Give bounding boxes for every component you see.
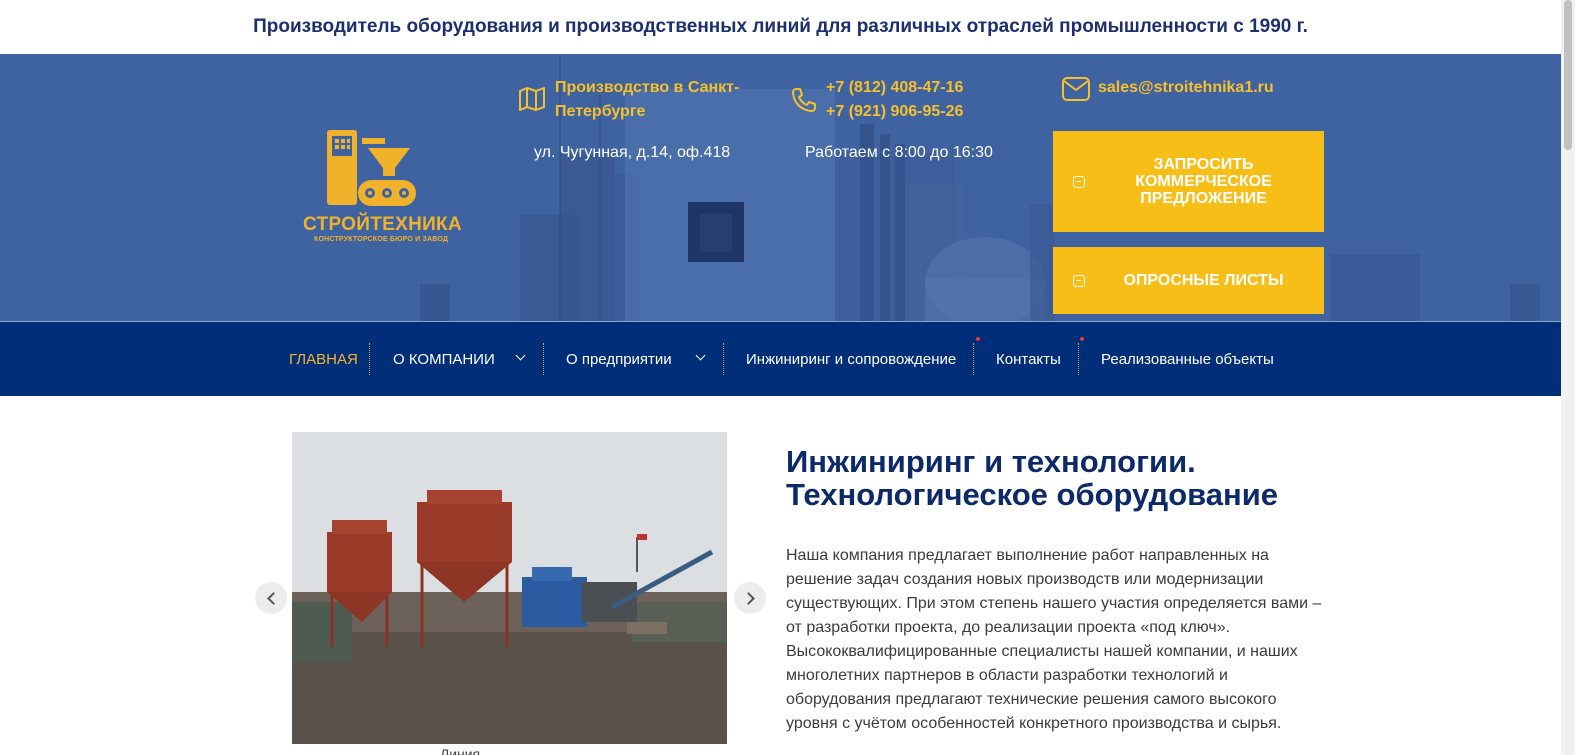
chevron-down-icon[interactable] xyxy=(695,350,706,361)
nav-separator xyxy=(369,343,370,375)
scrollbar-thumb[interactable] xyxy=(1564,0,1572,150)
map-icon xyxy=(519,87,545,111)
nav-separator xyxy=(543,343,544,375)
tagline: Производитель оборудования и производств… xyxy=(253,16,1308,37)
header-background-image xyxy=(0,54,1561,321)
chevron-left-icon xyxy=(266,591,280,605)
form-icon xyxy=(1073,175,1085,188)
header: СТРОЙТЕХНИКА КОНСТРУКТОРСКОЕ БЮРО И ЗАВО… xyxy=(0,54,1561,321)
form-icon xyxy=(1073,274,1085,287)
logo-name: СТРОЙТЕХНИКА xyxy=(303,214,462,235)
chevron-right-icon xyxy=(741,591,755,605)
slider-next-button[interactable] xyxy=(734,582,766,614)
location-title-line1: Производство в Санкт- xyxy=(555,79,740,96)
phone-2[interactable]: +7 (921) 906-95-26 xyxy=(826,100,963,124)
slider-caption: Линия обогащения xyxy=(440,746,481,755)
chevron-down-icon[interactable] xyxy=(515,350,526,361)
request-offer-label: ЗАПРОСИТЬ КОММЕРЧЕСКОЕ ПРЕДЛОЖЕНИЕ xyxy=(1135,156,1272,207)
request-offer-button[interactable]: ЗАПРОСИТЬ КОММЕРЧЕСКОЕ ПРЕДЛОЖЕНИЕ xyxy=(1053,131,1324,232)
nav-item-contacts[interactable]: Контакты xyxy=(996,322,1061,396)
nav-separator xyxy=(1078,343,1079,375)
nav-item-home[interactable]: ГЛАВНАЯ xyxy=(289,322,358,396)
nav-separator xyxy=(973,343,974,375)
nav-item-engineering[interactable]: Инжиниринг и сопровождение xyxy=(746,322,956,396)
location-address: ул. Чугунная, д.14, оф.418 xyxy=(534,144,731,161)
envelope-icon xyxy=(1062,77,1090,101)
notification-dot xyxy=(1080,337,1084,341)
nav-separator xyxy=(723,343,724,375)
email-link[interactable]: sales@stroitehnika1.ru xyxy=(1098,76,1274,100)
nav-item-projects[interactable]: Реализованные объекты xyxy=(1101,322,1274,396)
nav-item-enterprise[interactable]: О предприятии xyxy=(566,322,672,396)
tagline-bar: Производитель оборудования и производств… xyxy=(0,0,1561,54)
working-hours: Работаем с 8:00 до 16:30 xyxy=(805,144,993,161)
logo-subtitle: КОНСТРУКТОРСКОЕ БЮРО И ЗАВОД xyxy=(314,236,449,243)
nav-item-company[interactable]: О КОМПАНИИ xyxy=(393,322,495,396)
slider-image xyxy=(292,432,727,744)
questionnaire-label: ОПРОСНЫЕ ЛИСТЫ xyxy=(1123,272,1284,289)
notification-dot xyxy=(976,337,980,341)
page-title: Инжиниринг и технологии. Технологическое… xyxy=(786,444,1279,512)
main-nav: ГЛАВНАЯ О КОМПАНИИ О предприятии Инжинир… xyxy=(0,321,1561,396)
location-title-line2: Петербурге xyxy=(555,103,646,120)
questionnaire-button[interactable]: ОПРОСНЫЕ ЛИСТЫ xyxy=(1053,247,1324,314)
page: Производитель оборудования и производств… xyxy=(0,0,1575,755)
phone-icon xyxy=(792,88,816,112)
phone-1[interactable]: +7 (812) 408-47-16 xyxy=(826,76,963,100)
page-scrollbar[interactable] xyxy=(1561,0,1575,755)
intro-paragraph: Наша компания предлагает выполнение рабо… xyxy=(786,547,1322,732)
slider-prev-button[interactable] xyxy=(255,582,287,614)
